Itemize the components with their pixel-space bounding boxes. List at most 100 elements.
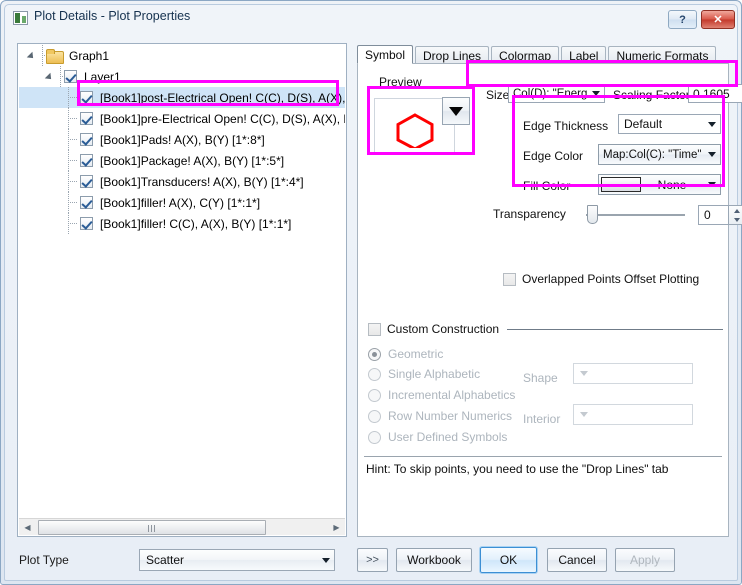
- custom-construction-row[interactable]: Custom Construction: [368, 322, 723, 336]
- scrollbar-track[interactable]: [266, 519, 328, 535]
- hint-divider: [364, 456, 722, 457]
- chevron-down-icon[interactable]: [574, 371, 594, 376]
- workbook-button[interactable]: Workbook: [396, 548, 472, 572]
- hint-text: Hint: To skip points, you need to use th…: [366, 462, 668, 476]
- tab-colormap[interactable]: Colormap: [491, 46, 559, 64]
- tree-item-label: Layer1: [83, 70, 121, 84]
- overlapped-points-checkbox[interactable]: [503, 273, 516, 286]
- tree-connector: [66, 129, 80, 150]
- overlapped-points-checkbox-row[interactable]: Overlapped Points Offset Plotting: [503, 272, 699, 286]
- radio-icon[interactable]: [368, 389, 381, 402]
- tree-checkbox[interactable]: [64, 70, 77, 83]
- radio-icon[interactable]: [368, 348, 381, 361]
- radio-label: User Defined Symbols: [388, 430, 507, 444]
- edge-color-value: Map:Col(C): "Time": [599, 149, 703, 161]
- scroll-left-icon[interactable]: ◀: [19, 519, 36, 535]
- chevron-down-icon[interactable]: [574, 412, 594, 417]
- scaling-factor-input[interactable]: 0.1605: [688, 84, 742, 103]
- radio-icon[interactable]: [368, 410, 381, 423]
- size-label: Size: [486, 88, 509, 102]
- tree-checkbox[interactable]: [80, 175, 93, 188]
- stepper-down-icon[interactable]: [729, 215, 742, 224]
- tree-item-label: [Book1]pre-Electrical Open! C(C), D(S), …: [99, 112, 345, 126]
- tree-connector: [66, 171, 80, 192]
- radio-label: Geometric: [388, 347, 443, 361]
- transparency-stepper[interactable]: [728, 205, 742, 225]
- tree-item-plot-0[interactable]: [Book1]post-Electrical Open! C(C), D(S),…: [19, 87, 345, 108]
- radio-icon[interactable]: [368, 368, 381, 381]
- overlapped-points-label: Overlapped Points Offset Plotting: [522, 272, 699, 286]
- interior-label: Interior: [523, 412, 560, 426]
- radio-incremental-alphabetics[interactable]: Incremental Alphabetics: [368, 388, 515, 402]
- radio-single-alphabetic[interactable]: Single Alphabetic: [368, 367, 480, 381]
- folder-icon: [46, 49, 63, 63]
- tab-symbol[interactable]: Symbol: [357, 45, 413, 64]
- symbol-shape-dropdown-button[interactable]: [442, 97, 470, 125]
- edge-color-label: Edge Color: [523, 149, 583, 163]
- cancel-button[interactable]: Cancel: [547, 548, 607, 572]
- plot-tree[interactable]: Graph1 Layer1 [Book1]post-Electrical Ope…: [19, 45, 345, 515]
- tree-checkbox[interactable]: [80, 112, 93, 125]
- scroll-right-icon[interactable]: ▶: [328, 519, 345, 535]
- chevron-down-icon[interactable]: [703, 152, 720, 157]
- tree-checkbox[interactable]: [80, 133, 93, 146]
- tree-item-label: Graph1: [68, 49, 109, 63]
- ok-button[interactable]: OK: [480, 547, 537, 573]
- interior-select[interactable]: [573, 404, 693, 425]
- title-bar: Plot Details - Plot Properties ? ✕: [5, 5, 737, 32]
- plot-tree-panel: Graph1 Layer1 [Book1]post-Electrical Ope…: [17, 43, 347, 537]
- fill-color-select[interactable]: None: [598, 174, 721, 195]
- tree-item-plot-3[interactable]: [Book1]Package! A(X), B(Y) [1*:5*]: [19, 150, 345, 171]
- tree-checkbox[interactable]: [80, 154, 93, 167]
- stepper-up-icon[interactable]: [729, 206, 742, 215]
- edge-color-select[interactable]: Map:Col(C): "Time": [598, 144, 721, 165]
- tree-checkbox[interactable]: [80, 217, 93, 230]
- custom-construction-label: Custom Construction: [387, 322, 499, 336]
- expander-icon[interactable]: [27, 50, 38, 61]
- tree-item-graph1[interactable]: Graph1: [19, 45, 345, 66]
- scaling-factor-label: Scaling Factor: [613, 88, 690, 102]
- tab-numeric-formats[interactable]: Numeric Formats: [608, 46, 716, 64]
- chevron-down-icon[interactable]: [587, 91, 604, 96]
- tree-connector: [66, 150, 80, 171]
- custom-construction-checkbox[interactable]: [368, 323, 381, 336]
- tree-item-plot-5[interactable]: [Book1]filler! A(X), C(Y) [1*:1*]: [19, 192, 345, 213]
- window-title: Plot Details - Plot Properties: [34, 9, 190, 23]
- edge-thickness-select[interactable]: Default: [618, 114, 721, 134]
- close-button[interactable]: ✕: [701, 10, 735, 29]
- shape-select[interactable]: [573, 363, 693, 384]
- chevron-down-icon[interactable]: [703, 182, 720, 187]
- transparency-slider-thumb[interactable]: [587, 205, 598, 224]
- tree-item-layer1[interactable]: Layer1: [19, 66, 345, 87]
- tree-item-plot-4[interactable]: [Book1]Transducers! A(X), B(Y) [1*:4*]: [19, 171, 345, 192]
- chevron-down-icon[interactable]: [703, 122, 720, 127]
- edge-thickness-label: Edge Thickness: [523, 119, 608, 133]
- transparency-input[interactable]: 0: [698, 205, 728, 225]
- tab-label[interactable]: Label: [561, 46, 606, 64]
- tree-checkbox[interactable]: [80, 196, 93, 209]
- size-value: Col(D): "Energ: [509, 88, 587, 100]
- dialog-inner: Plot Details - Plot Properties ? ✕ Graph…: [4, 4, 738, 581]
- tree-item-plot-2[interactable]: [Book1]Pads! A(X), B(Y) [1*:8*]: [19, 129, 345, 150]
- expand-button[interactable]: >>: [357, 548, 388, 572]
- chevron-down-icon[interactable]: [317, 558, 334, 563]
- help-button[interactable]: ?: [668, 10, 697, 29]
- tree-horizontal-scrollbar[interactable]: ◀ ▶: [19, 518, 345, 535]
- radio-row-number-numerics[interactable]: Row Number Numerics: [368, 409, 512, 423]
- plot-type-label: Plot Type: [19, 553, 69, 567]
- tab-drop-lines[interactable]: Drop Lines: [415, 46, 489, 64]
- plot-details-dialog: Plot Details - Plot Properties ? ✕ Graph…: [0, 0, 742, 585]
- tree-item-plot-1[interactable]: [Book1]pre-Electrical Open! C(C), D(S), …: [19, 108, 345, 129]
- tab-bar: Symbol Drop Lines Colormap Label Numeric…: [357, 45, 729, 64]
- tree-item-plot-6[interactable]: [Book1]filler! C(C), A(X), B(Y) [1*:1*]: [19, 213, 345, 234]
- size-select[interactable]: Col(D): "Energ: [508, 84, 605, 103]
- expander-icon[interactable]: [45, 71, 56, 82]
- tree-checkbox[interactable]: [80, 91, 93, 104]
- scrollbar-thumb[interactable]: [38, 520, 266, 535]
- radio-geometric[interactable]: Geometric: [368, 347, 443, 361]
- radio-icon[interactable]: [368, 431, 381, 444]
- transparency-slider-track[interactable]: [586, 214, 685, 216]
- fill-color-swatch: [601, 177, 641, 192]
- radio-user-defined-symbols[interactable]: User Defined Symbols: [368, 430, 507, 444]
- plot-type-select[interactable]: Scatter: [139, 549, 335, 571]
